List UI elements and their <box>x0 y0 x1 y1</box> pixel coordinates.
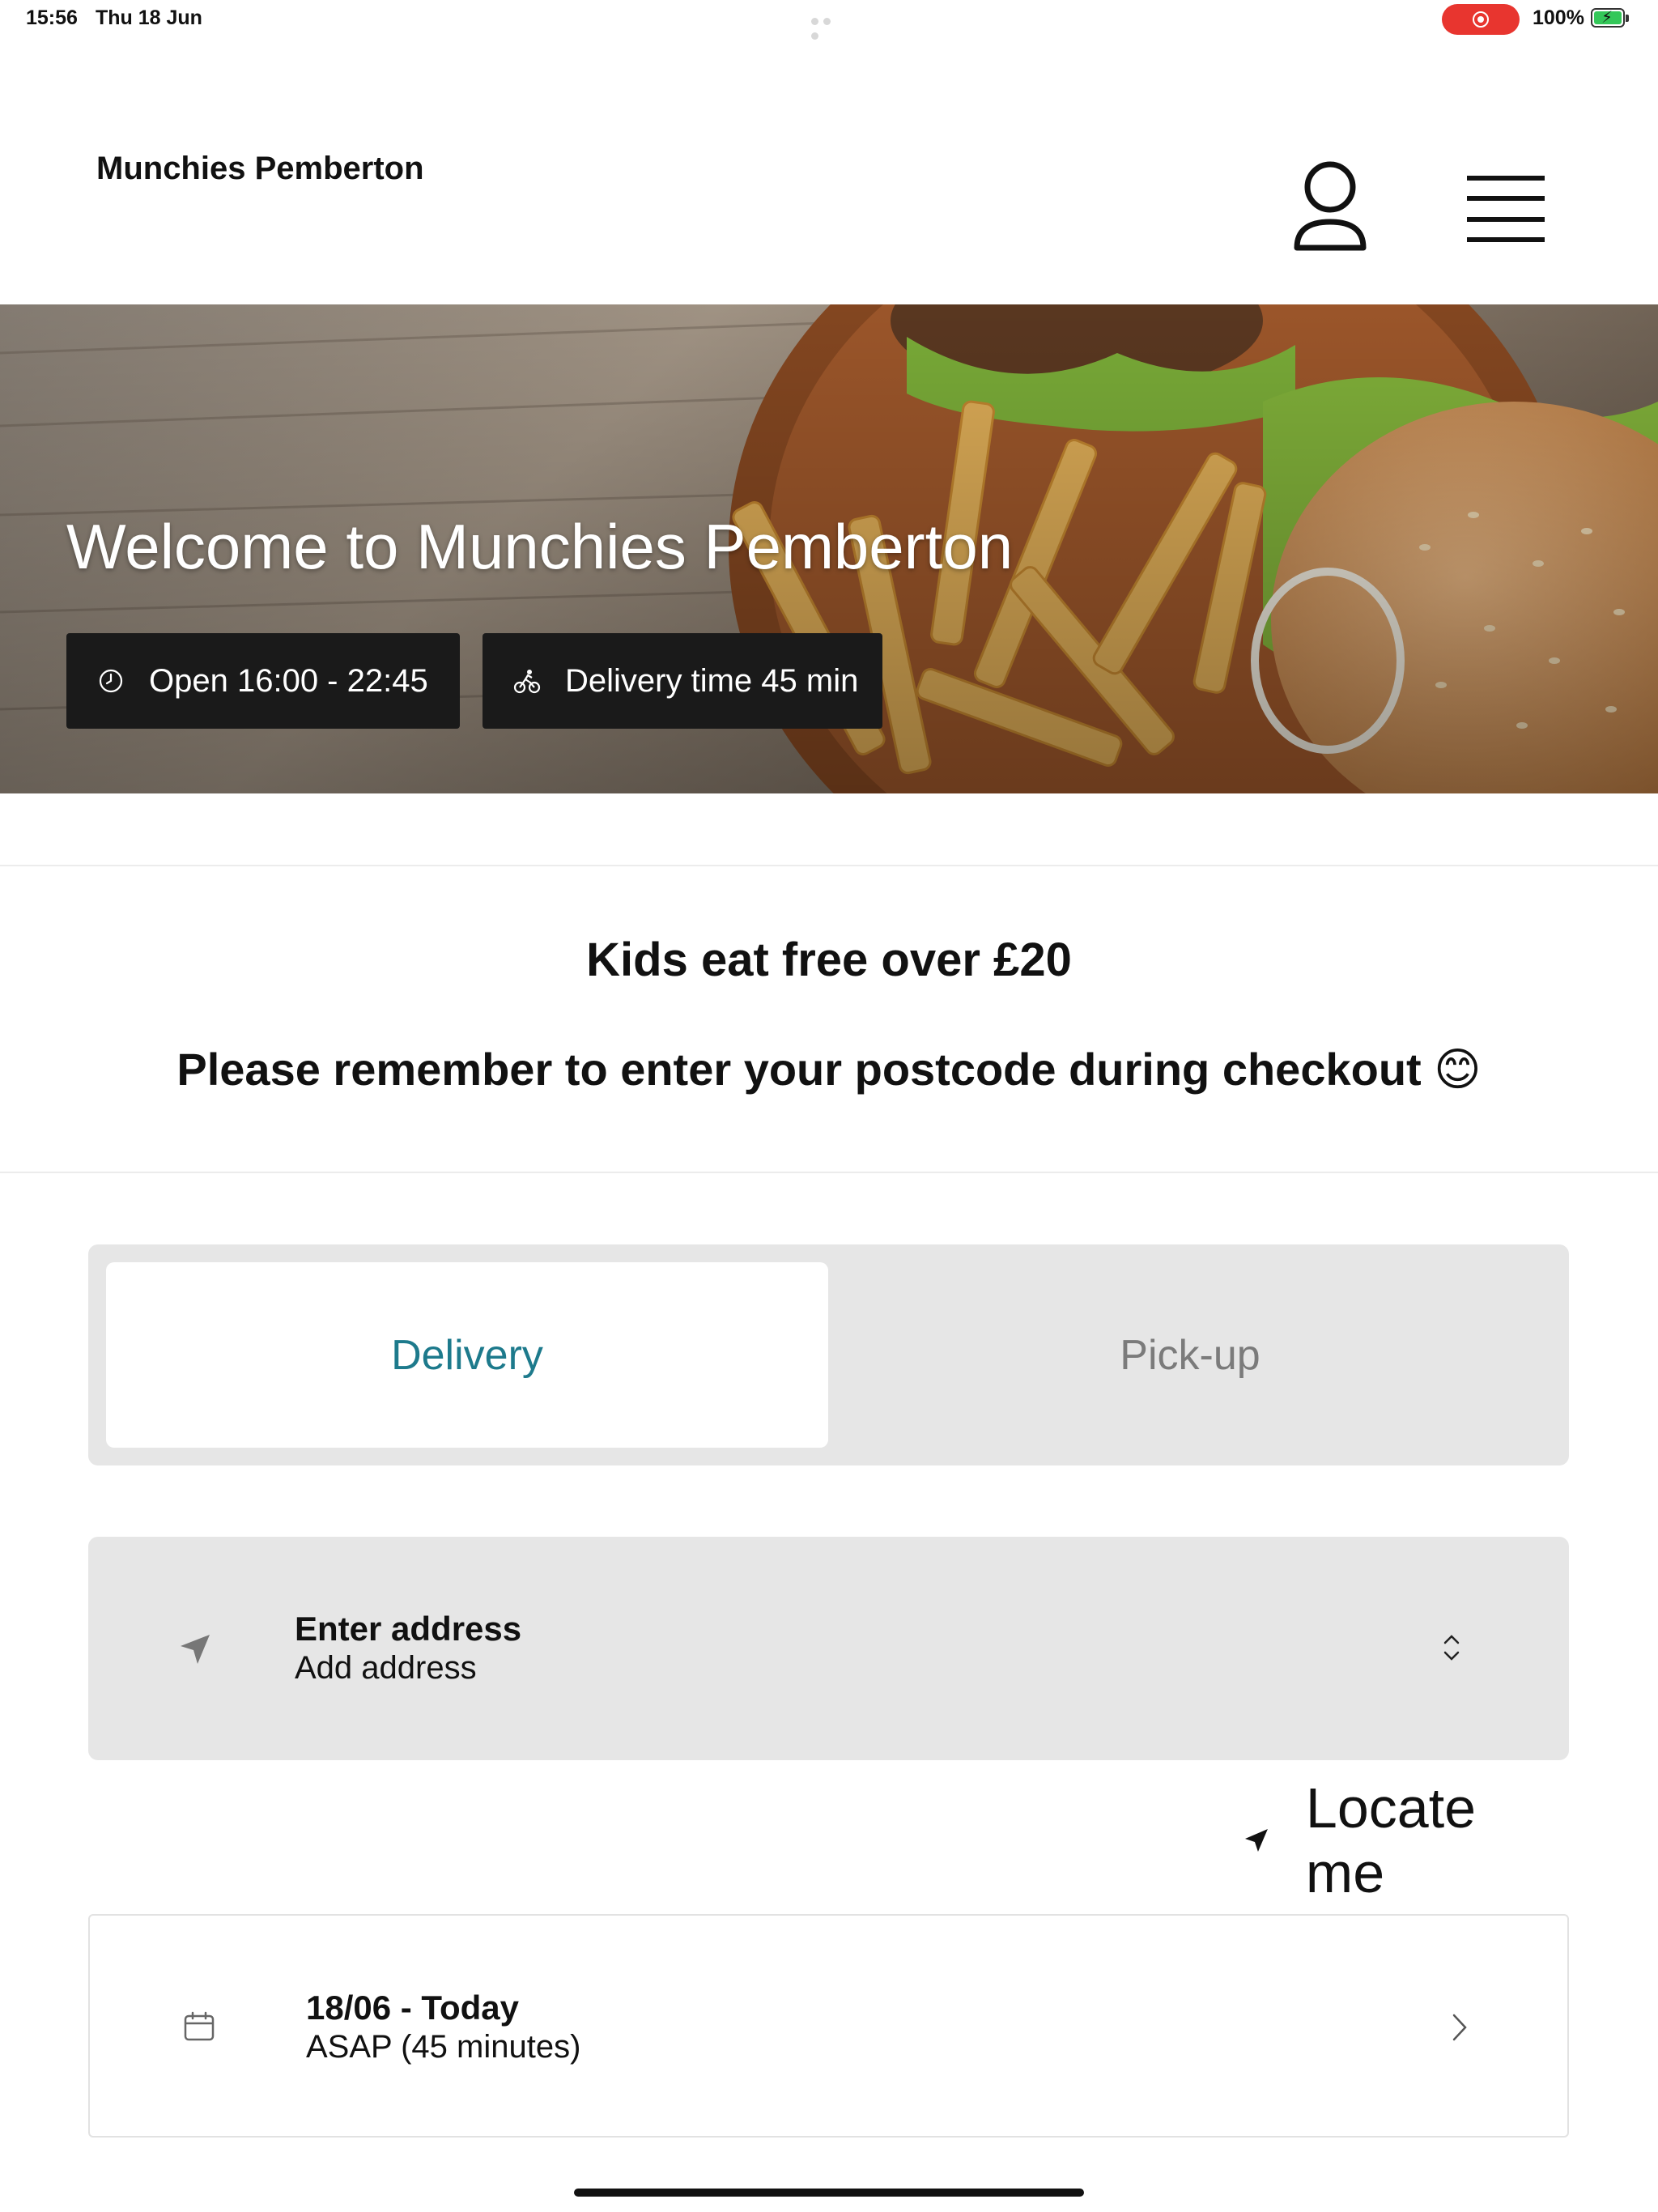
locate-me-button[interactable]: Locate me <box>1243 1776 1570 1904</box>
home-indicator[interactable] <box>574 2189 1084 2197</box>
battery-charging-icon: ⚡ <box>1591 8 1629 28</box>
opening-hours-badge: Open 16:00 - 22:45 <box>66 633 460 729</box>
hero-title: Welcome to Munchies Pemberton <box>66 511 1014 582</box>
brand-name[interactable]: Munchies Pemberton <box>96 151 424 187</box>
time-slot-date: 18/06 - Today <box>306 1989 519 2027</box>
chevron-right-icon <box>1452 2014 1467 2041</box>
user-icon <box>1294 161 1367 251</box>
screen-recording-icon[interactable] <box>1442 4 1520 35</box>
postcode-notice: Please remember to enter your postcode d… <box>176 1044 1482 1095</box>
location-arrow-icon <box>181 1635 210 1664</box>
cyclist-icon <box>513 670 541 694</box>
menu-button[interactable] <box>1465 172 1546 245</box>
time-slot-eta: ASAP (45 minutes) <box>306 2029 581 2065</box>
order-mode-toggle: Delivery Pick-up <box>88 1244 1569 1465</box>
delivery-time-label: Delivery time 45 min <box>565 662 859 699</box>
address-subtitle: Add address <box>295 1650 477 1686</box>
time-slot-selector[interactable]: 18/06 - Today ASAP (45 minutes) <box>88 1914 1569 2138</box>
hero-banner: Welcome to Munchies Pemberton Open 16:00… <box>0 304 1658 793</box>
delivery-time-badge: Delivery time 45 min <box>483 633 882 729</box>
section-divider <box>0 1172 1658 1173</box>
section-divider <box>0 865 1658 866</box>
menu-icon <box>1467 176 1545 242</box>
site-header: Munchies Pemberton <box>0 39 1658 304</box>
battery-percentage: 100% <box>1533 6 1584 29</box>
multitasking-dots-icon[interactable] <box>811 15 847 40</box>
opening-hours-label: Open 16:00 - 22:45 <box>149 662 428 699</box>
delivery-option[interactable]: Delivery <box>106 1262 828 1448</box>
account-button[interactable] <box>1292 160 1368 256</box>
locate-me-label: Locate me <box>1305 1776 1477 1904</box>
status-time: 15:56 <box>26 6 78 29</box>
calendar-icon <box>184 2011 215 2041</box>
clock-icon <box>99 669 123 693</box>
status-bar: 15:56 Thu 18 Jun 100% ⚡ <box>0 0 1658 40</box>
location-arrow-icon <box>1244 1829 1268 1852</box>
status-date: Thu 18 Jun <box>96 6 202 29</box>
address-selector[interactable]: Enter address Add address <box>88 1537 1569 1760</box>
promo-message: Kids eat free over £20 <box>586 934 1072 986</box>
address-title: Enter address <box>295 1610 522 1648</box>
pickup-option[interactable]: Pick-up <box>829 1262 1551 1448</box>
chevron-up-down-icon <box>1443 1635 1460 1661</box>
